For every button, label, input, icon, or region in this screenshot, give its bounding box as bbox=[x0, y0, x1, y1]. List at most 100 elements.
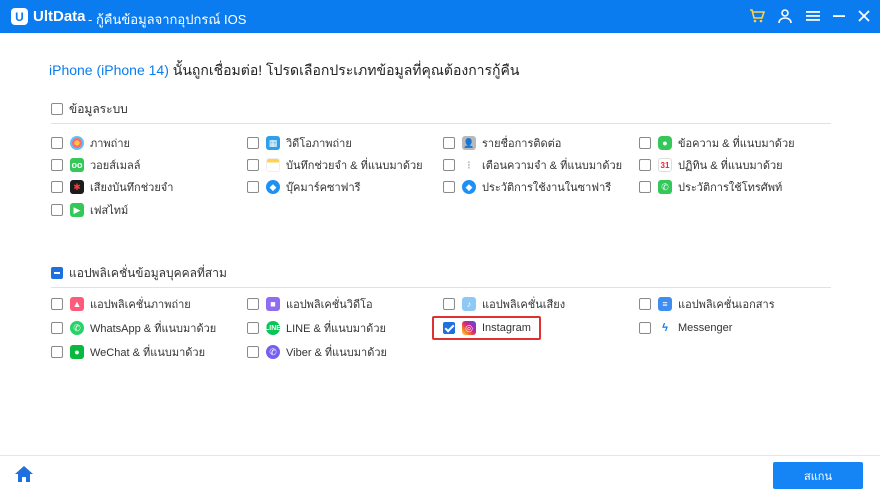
item-messenger[interactable]: ϟ Messenger bbox=[639, 318, 732, 338]
video-icon: ▦ bbox=[266, 136, 280, 150]
checkbox[interactable] bbox=[247, 346, 259, 358]
item-voice-memos[interactable]: ✱ เสียงบันทึกช่วยจำ bbox=[51, 177, 173, 197]
heading-text: นั้นถูกเชื่อมต่อ! โปรดเลือกประเภทข้อมูลท… bbox=[168, 62, 520, 78]
item-calendar[interactable]: 31 ปฏิทิน & ที่แนบมาด้วย bbox=[639, 155, 783, 175]
item-photo-videos[interactable]: ▦ วิดีโอภาพถ่าย bbox=[247, 133, 352, 153]
page-heading: iPhone (iPhone 14) นั้นถูกเชื่อมต่อ! โปร… bbox=[49, 60, 519, 82]
checkbox[interactable] bbox=[443, 137, 455, 149]
checkbox[interactable] bbox=[247, 159, 259, 171]
item-app-audio[interactable]: ♪ แอปพลิเคชั่นเสียง bbox=[443, 294, 565, 314]
item-label: WeChat & ที่แนบมาด้วย bbox=[90, 347, 206, 359]
thirdparty-section-checkbox[interactable] bbox=[51, 267, 63, 279]
item-label: Viber & ที่แนบมาด้วย bbox=[286, 347, 387, 359]
checkbox[interactable] bbox=[247, 322, 259, 334]
checkbox[interactable] bbox=[639, 322, 651, 334]
item-notes[interactable]: บันทึกช่วยจำ & ที่แนบมาด้วย bbox=[247, 155, 423, 175]
item-label: แอปพลิเคชั่นภาพถ่าย bbox=[90, 299, 191, 311]
safari-icon: ◆ bbox=[266, 180, 280, 194]
home-icon[interactable] bbox=[14, 465, 36, 485]
item-label: วิดีโอภาพถ่าย bbox=[286, 138, 352, 150]
checkbox[interactable] bbox=[639, 137, 651, 149]
app-photos-icon: ▲ bbox=[70, 297, 84, 311]
voicemail-icon: oo bbox=[70, 158, 84, 172]
item-label: แอปพลิเคชั่นวิดีโอ bbox=[286, 299, 373, 311]
checkbox[interactable] bbox=[639, 298, 651, 310]
item-label: เสียงบันทึกช่วยจำ bbox=[90, 182, 174, 194]
item-line[interactable]: LINE LINE & ที่แนบมาด้วย bbox=[247, 318, 386, 338]
facetime-icon: ▶ bbox=[70, 203, 84, 217]
notes-icon bbox=[266, 158, 280, 172]
item-call-history[interactable]: ✆ ประวัติการใช้โทรศัพท์ bbox=[639, 177, 782, 197]
menu-icon[interactable] bbox=[803, 6, 823, 26]
checkbox[interactable] bbox=[443, 181, 455, 193]
checkbox[interactable] bbox=[639, 181, 651, 193]
item-whatsapp[interactable]: ✆ WhatsApp & ที่แนบมาด้วย bbox=[51, 318, 216, 338]
item-wechat[interactable]: ● WeChat & ที่แนบมาด้วย bbox=[51, 342, 205, 362]
checkbox[interactable] bbox=[51, 322, 63, 334]
checkbox[interactable] bbox=[51, 298, 63, 310]
system-section-header[interactable]: ข้อมูลระบบ bbox=[51, 101, 128, 117]
safari-history-icon: ◆ bbox=[462, 180, 476, 194]
item-reminders[interactable]: ⋮ เตือนความจำ & ที่แนบมาด้วย bbox=[443, 155, 622, 175]
section-divider bbox=[51, 123, 831, 124]
viber-icon: ✆ bbox=[266, 345, 280, 359]
ultdata-logo-icon: U bbox=[11, 8, 28, 25]
item-label: เตือนความจำ & ที่แนบมาด้วย bbox=[482, 160, 623, 172]
checkbox[interactable] bbox=[247, 181, 259, 193]
item-app-documents[interactable]: ≡ แอปพลิเคชั่นเอกสาร bbox=[639, 294, 775, 314]
close-icon[interactable] bbox=[854, 6, 874, 26]
checkbox[interactable] bbox=[51, 137, 63, 149]
footer-divider bbox=[0, 455, 880, 456]
item-voicemail[interactable]: oo วอยส์เมลล์ bbox=[51, 155, 140, 175]
checkbox[interactable] bbox=[247, 137, 259, 149]
item-photos[interactable]: ภาพถ่าย bbox=[51, 133, 130, 153]
minimize-icon[interactable] bbox=[829, 6, 849, 26]
app-video-icon: ■ bbox=[266, 297, 280, 311]
item-safari-history[interactable]: ◆ ประวัติการใช้งานในซาฟารี bbox=[443, 177, 611, 197]
item-facetime[interactable]: ▶ เฟสไทม์ bbox=[51, 200, 128, 220]
phone-icon: ✆ bbox=[658, 180, 672, 194]
checkbox[interactable] bbox=[247, 298, 259, 310]
item-label: ประวัติการใช้โทรศัพท์ bbox=[678, 182, 783, 194]
checkbox[interactable] bbox=[51, 181, 63, 193]
thirdparty-section-title: แอปพลิเคชั่นข้อมูลบุคคลที่สาม bbox=[69, 265, 227, 280]
contacts-icon: 👤 bbox=[462, 136, 476, 150]
item-app-photos[interactable]: ▲ แอปพลิเคชั่นภาพถ่าย bbox=[51, 294, 191, 314]
title-bar: U UltData - กู้คืนข้อมูลจากอุปกรณ์ IOS bbox=[0, 0, 880, 33]
checkbox[interactable] bbox=[443, 159, 455, 171]
item-messages[interactable]: ● ข้อความ & ที่แนบมาด้วย bbox=[639, 133, 795, 153]
item-safari-bookmarks[interactable]: ◆ บุ๊คมาร์คซาฟารี bbox=[247, 177, 361, 197]
user-icon[interactable] bbox=[775, 6, 795, 26]
item-label: ภาพถ่าย bbox=[90, 138, 130, 150]
app-name: UltData bbox=[33, 8, 86, 25]
checkbox[interactable] bbox=[51, 346, 63, 358]
checkbox[interactable] bbox=[51, 159, 63, 171]
checkbox[interactable] bbox=[443, 298, 455, 310]
item-label: ข้อความ & ที่แนบมาด้วย bbox=[678, 138, 795, 150]
thirdparty-section-header[interactable]: แอปพลิเคชั่นข้อมูลบุคคลที่สาม bbox=[51, 265, 227, 281]
item-viber[interactable]: ✆ Viber & ที่แนบมาด้วย bbox=[247, 342, 387, 362]
item-app-video[interactable]: ■ แอปพลิเคชั่นวิดีโอ bbox=[247, 294, 373, 314]
line-icon: LINE bbox=[265, 321, 281, 335]
item-contacts[interactable]: 👤 รายชื่อการติดต่อ bbox=[443, 133, 561, 153]
messages-icon: ● bbox=[658, 136, 672, 150]
voice-memo-icon: ✱ bbox=[70, 180, 84, 194]
item-label: แอปพลิเคชั่นเอกสาร bbox=[678, 299, 775, 311]
system-section-checkbox[interactable] bbox=[51, 103, 63, 115]
item-label: บุ๊คมาร์คซาฟารี bbox=[286, 182, 361, 194]
item-label: บันทึกช่วยจำ & ที่แนบมาด้วย bbox=[286, 160, 423, 172]
system-section-title: ข้อมูลระบบ bbox=[69, 101, 128, 116]
device-name: iPhone (iPhone 14) bbox=[49, 62, 169, 78]
photos-icon bbox=[70, 136, 84, 150]
checkbox[interactable] bbox=[51, 204, 63, 216]
app-audio-icon: ♪ bbox=[462, 297, 476, 311]
section-divider bbox=[51, 287, 831, 288]
scan-button[interactable]: สแกน bbox=[773, 462, 863, 489]
calendar-icon: 31 bbox=[658, 158, 672, 172]
item-label: รายชื่อการติดต่อ bbox=[482, 138, 562, 150]
checkbox[interactable] bbox=[639, 159, 651, 171]
reminders-icon: ⋮ bbox=[462, 158, 476, 172]
wechat-icon: ● bbox=[70, 345, 84, 359]
cart-icon[interactable] bbox=[747, 6, 767, 26]
item-label: ประวัติการใช้งานในซาฟารี bbox=[482, 182, 612, 194]
